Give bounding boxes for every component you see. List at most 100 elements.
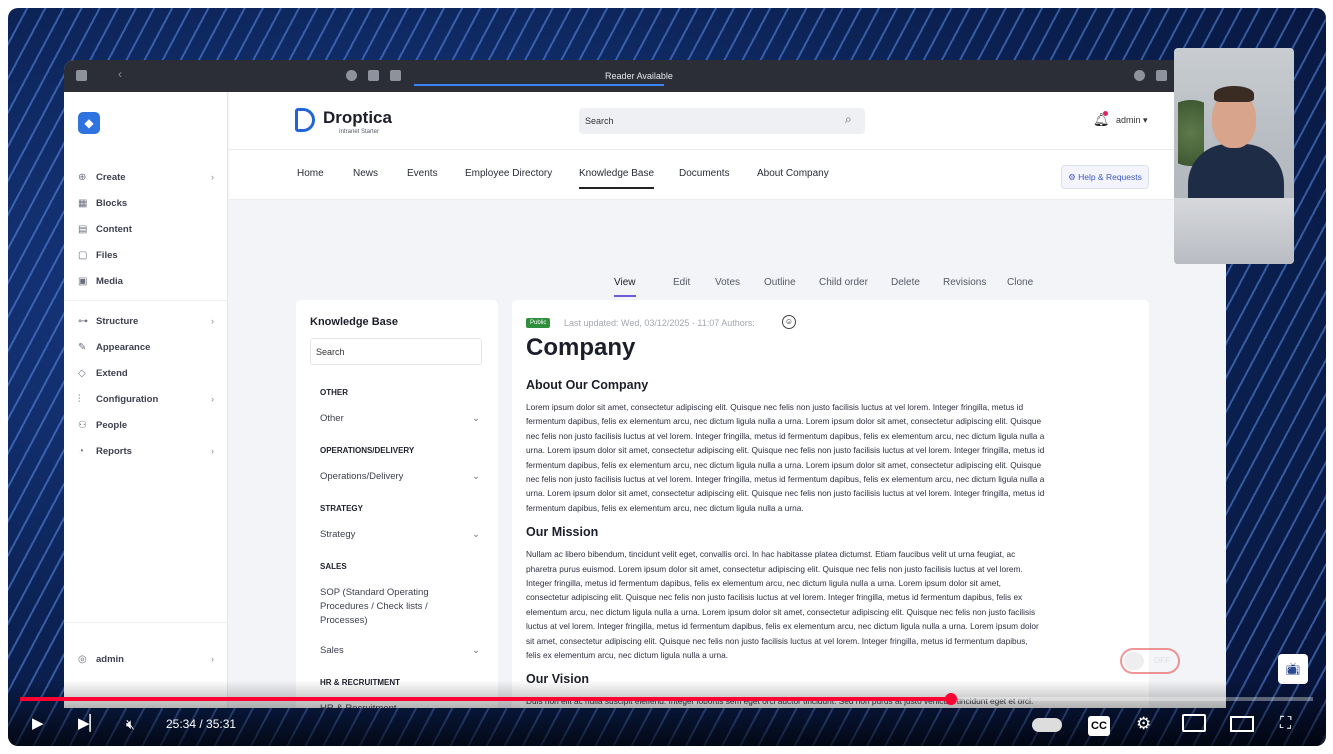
next-icon[interactable]: ▶▏ — [78, 714, 101, 734]
help-requests-button[interactable]: ⚙ Help & Requests — [1061, 165, 1149, 189]
people-icon: ⚇ — [78, 419, 87, 431]
kb-item[interactable]: Sales ⌄ — [320, 644, 480, 658]
chevron-down-icon[interactable]: ⌄ — [472, 470, 480, 484]
article-card: Public Last updated: Wed, 03/12/2025 - 1… — [512, 300, 1149, 708]
chevron-down-icon[interactable]: ⌄ — [472, 412, 480, 426]
sidebar-item-create[interactable]: ⊕ Create › — [78, 168, 214, 186]
search-icon[interactable]: ⌕ — [845, 112, 852, 127]
file-icon: ▢ — [78, 249, 88, 261]
kb-item[interactable]: SOP (Standard Operating Procedures / Che… — [320, 586, 480, 628]
share-icon[interactable] — [1156, 70, 1167, 81]
sidebar-item-structure[interactable]: ⊶ Structure › — [78, 312, 214, 330]
chevron-right-icon: › — [210, 171, 214, 183]
blocks-icon: ▦ — [78, 197, 88, 209]
extension-icon[interactable] — [390, 70, 401, 81]
tab-clone[interactable]: Clone — [1007, 277, 1033, 288]
paragraph-line: pharetra purus euismod. Lorem ipsum dolo… — [526, 563, 1023, 574]
captions-icon[interactable]: CC — [1088, 716, 1110, 736]
back-icon[interactable]: ‹ — [118, 67, 129, 81]
fullscreen-icon[interactable]: ⛶ — [1280, 714, 1291, 734]
presenter-webcam — [1174, 48, 1294, 264]
chevron-right-icon: › — [210, 445, 214, 457]
tab-child-order[interactable]: Child order — [819, 277, 868, 288]
video-frame[interactable]: ‹ Reader Available ◆ ⊕ Create › ▦ Blocks ▤ Con… — [8, 8, 1326, 746]
kb-search-input[interactable]: Search — [310, 338, 482, 365]
sidebar-item-files[interactable]: ▢ Files — [78, 246, 214, 264]
sidebar-toggle-icon[interactable] — [76, 70, 87, 81]
player-controls-background — [8, 680, 1326, 746]
sidebar-item-people[interactable]: ⚇ People — [78, 416, 214, 434]
chevron-down-icon[interactable]: ⌄ — [472, 644, 480, 658]
paragraph-line: luctus at vel lorem. Integer fringilla, … — [526, 621, 1039, 632]
sidebar-item-label: Appearance — [96, 341, 151, 353]
sidebar-item-media[interactable]: ▣ Media — [78, 272, 214, 290]
kb-item[interactable]: Strategy ⌄ — [320, 528, 480, 542]
scrubber-handle[interactable] — [944, 693, 957, 705]
section-paragraph: Nullam ac libero bibendum, tincidunt vel… — [526, 547, 1134, 662]
site-search-input[interactable]: Search — [579, 108, 865, 134]
paragraph-line: fermentum dapibus, felis ex elementum ar… — [526, 416, 1042, 427]
presenter-body — [1188, 144, 1284, 204]
nav-documents[interactable]: Documents — [679, 168, 730, 179]
sliders-icon: ⫶ — [78, 393, 81, 405]
tab-delete[interactable]: Delete — [891, 277, 920, 288]
kb-item[interactable]: Operations/Delivery ⌄ — [320, 470, 480, 484]
theater-mode-icon[interactable] — [1230, 716, 1254, 732]
user-icon: ◎ — [78, 653, 87, 665]
time-display: 25:34 / 35:31 — [166, 717, 237, 731]
divider — [64, 300, 228, 301]
mute-icon[interactable]: 🔇︎ — [126, 714, 135, 734]
tab-outline[interactable]: Outline — [764, 277, 796, 288]
nav-news[interactable]: News — [353, 168, 378, 179]
help-label: Help & Requests — [1078, 172, 1142, 182]
section-heading: About Our Company — [526, 378, 649, 392]
sidebar-item-label: Files — [96, 249, 118, 261]
paragraph-line: nec felis non justo facilisis luctus at … — [526, 474, 1045, 485]
nav-about-company[interactable]: About Company — [757, 168, 829, 179]
section-paragraph: Lorem ipsum dolor sit amet, consectetur … — [526, 400, 1134, 515]
notification-dot — [1103, 111, 1108, 116]
screen: ‹ Reader Available ◆ ⊕ Create › ▦ Blocks ▤ Con… — [0, 0, 1333, 754]
tab-revisions[interactable]: Revisions — [943, 277, 986, 288]
sidebar-item-configuration[interactable]: ⫶ Configuration › — [78, 390, 214, 408]
kb-item[interactable]: Other ⌄ — [320, 412, 480, 426]
download-icon[interactable] — [1134, 70, 1145, 81]
tab-view[interactable]: View — [614, 277, 636, 297]
brush-icon: ✎ — [78, 341, 87, 353]
kb-section-heading: OPERATIONS/DELIVERY — [320, 446, 415, 455]
admin-account-item[interactable]: ◎ admin › — [78, 650, 214, 668]
sidebar-item-appearance[interactable]: ✎ Appearance — [78, 338, 214, 356]
droptica-logo-icon[interactable] — [295, 108, 315, 132]
sidebar-item-label: Extend — [96, 367, 128, 379]
paragraph-line: fermentum dapibus, felis ex elementum ar… — [526, 459, 1042, 470]
autoplay-switch-icon[interactable] — [1032, 718, 1062, 732]
address-bar[interactable]: Reader Available — [414, 66, 864, 86]
miniplayer-icon[interactable] — [1182, 714, 1206, 732]
user-menu[interactable]: admin ▾ — [1116, 115, 1148, 126]
nav-knowledge-base[interactable]: Knowledge Base — [579, 168, 655, 189]
paragraph-line: nec felis non justo facilisis luctus at … — [526, 430, 1045, 441]
browser-window: ‹ Reader Available ◆ ⊕ Create › ▦ Blocks ▤ Con… — [64, 60, 1226, 708]
play-icon[interactable]: ▶ — [32, 714, 44, 734]
extension-icon[interactable] — [346, 70, 357, 81]
section-heading: Our Mission — [526, 525, 599, 540]
nav-employee-directory[interactable]: Employee Directory — [465, 168, 552, 179]
kb-section-heading: STRATEGY — [320, 504, 363, 513]
paragraph-line: fermentum dapibus, felis ex elementum ar… — [526, 502, 804, 513]
brand-name[interactable]: Droptica — [323, 108, 392, 128]
sidebar-item-extend[interactable]: ◇ Extend — [78, 364, 214, 382]
chevron-right-icon: › — [210, 393, 214, 405]
chevron-down-icon[interactable]: ⌄ — [472, 528, 480, 542]
settings-gear-icon[interactable]: ⚙ — [1136, 714, 1151, 734]
author-avatar-icon[interactable]: ☺ — [782, 315, 796, 329]
extension-icon[interactable] — [368, 70, 379, 81]
tab-edit[interactable]: Edit — [673, 277, 690, 288]
sidebar-item-reports[interactable]: ◔ Reports › — [78, 442, 214, 460]
drupal-logo-icon[interactable]: ◆ — [78, 112, 100, 134]
sidebar-item-label: People — [96, 419, 128, 431]
sidebar-item-content[interactable]: ▤ Content — [78, 220, 214, 238]
nav-home[interactable]: Home — [297, 168, 324, 179]
nav-events[interactable]: Events — [407, 168, 438, 179]
tab-votes[interactable]: Votes — [715, 277, 740, 288]
sidebar-item-blocks[interactable]: ▦ Blocks — [78, 194, 214, 212]
